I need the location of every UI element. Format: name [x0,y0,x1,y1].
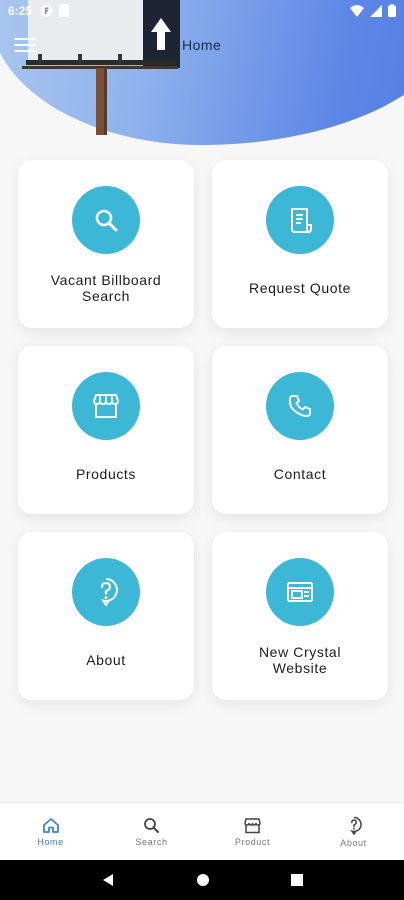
phone-icon [266,372,334,440]
recents-icon[interactable] [291,874,304,886]
home-icon [42,817,59,833]
search-icon [72,186,140,254]
help-bubble-icon [72,558,140,626]
card-label: New Crystal Website [258,644,342,676]
home-circle-icon[interactable] [196,873,210,887]
storefront-icon [72,372,140,440]
search-icon [144,817,159,833]
page-title: Home [182,37,222,53]
card-about[interactable]: About [18,532,194,700]
battery-icon [388,4,396,17]
card-contact[interactable]: Contact [212,346,388,514]
signal-icon [370,4,382,17]
card-label: Contact [273,466,327,482]
nav-label: Home [37,836,64,847]
card-request-quote[interactable]: Request Quote [212,160,388,328]
help-bubble-icon [349,816,362,835]
nav-label: Product [234,836,271,847]
hamburger-menu-icon[interactable] [14,38,36,54]
app-f-icon [40,4,53,17]
system-nav-bar [0,860,404,900]
status-time: 6:25 [8,4,33,18]
card-label: Vacant Billboard Search [50,272,162,304]
nav-item-about[interactable]: About [303,803,404,860]
sd-card-icon [59,4,69,17]
wifi-icon [350,4,364,17]
card-label: Request Quote [249,280,351,296]
receipt-icon [266,186,334,254]
header-hero [0,0,404,150]
web-window-icon [266,558,334,626]
card-new-crystal-website[interactable]: New Crystal Website [212,532,388,700]
nav-item-product[interactable]: Product [202,803,303,860]
card-label: Products [75,466,137,482]
nav-item-home[interactable]: Home [0,803,101,860]
nav-item-search[interactable]: Search [101,803,202,860]
nav-label: Search [135,836,168,847]
bottom-nav: Home Search Product About [0,802,404,860]
nav-label: About [340,837,367,848]
card-vacant-billboard-search[interactable]: Vacant Billboard Search [18,160,194,328]
status-bar: 6:25 [0,0,404,22]
back-icon[interactable] [101,873,115,887]
card-products[interactable]: Products [18,346,194,514]
card-label: About [86,652,126,668]
storefront-icon [244,817,261,833]
home-grid: Vacant Billboard Search Request Quote Pr [18,160,388,700]
